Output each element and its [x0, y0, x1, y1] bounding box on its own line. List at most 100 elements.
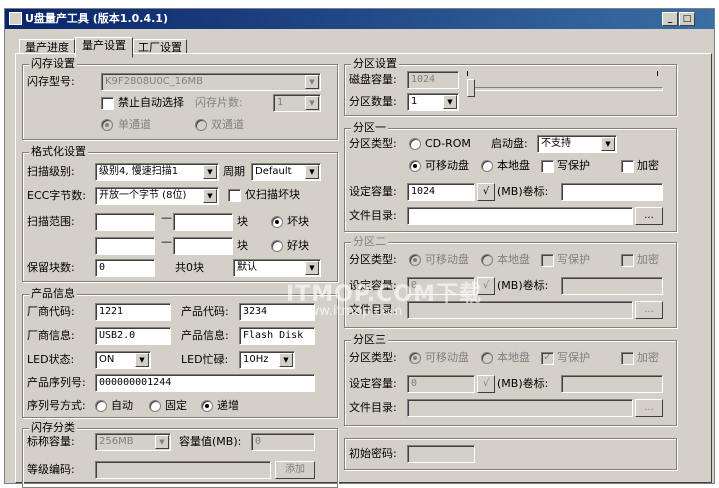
p3-cap-label: 设定容量: [349, 377, 397, 390]
chevron-down-icon: ▼ [279, 353, 293, 367]
bad-only-checkbox[interactable] [228, 189, 241, 202]
minimize-button[interactable]: _ [662, 12, 678, 26]
led-label: LED状态: [27, 353, 75, 366]
serial-increment-radio[interactable] [201, 400, 213, 412]
p3-local-radio[interactable] [481, 352, 493, 364]
block-unit-label-2: 块 [237, 239, 248, 252]
range-end-input[interactable] [173, 213, 233, 231]
single-channel-label: 单通道 [118, 118, 151, 131]
led-busy-label: LED忙碌: [181, 353, 229, 366]
bad-block-label: 坏块 [287, 215, 309, 228]
p3-confirm-button[interactable]: √ [477, 375, 495, 393]
flash-class-group: 闪存分类 标称容量: 256MB ▼ 容量值(MB): 0 等级编码: 添加 [22, 421, 338, 488]
slider-tick [657, 71, 658, 76]
group-title: 分区设置 [351, 57, 399, 71]
led-busy-value: 10Hz [243, 354, 269, 365]
serial-input[interactable]: 000000001244 [95, 374, 315, 392]
grade-input[interactable] [95, 461, 271, 479]
nominal-label: 标称容量: [27, 435, 75, 448]
slider-thumb[interactable] [467, 79, 475, 97]
single-channel-radio[interactable] [101, 119, 113, 131]
product-code-label: 产品代码: [181, 305, 229, 318]
p2-wp-checkbox[interactable] [541, 254, 554, 267]
add-button[interactable]: 添加 [275, 461, 315, 479]
serial-auto-radio[interactable] [95, 400, 107, 412]
p3-local-label: 本地盘 [497, 351, 530, 364]
p1-wp-checkbox[interactable] [541, 160, 554, 173]
maximize-button[interactable]: □ [679, 12, 695, 26]
product-info-input[interactable]: Flash Disk [239, 327, 315, 345]
flash-model-value: K9F2808U0C_16MB [105, 76, 203, 87]
reserve-mode-select[interactable]: 默认 ▼ [233, 259, 321, 277]
chevron-down-icon: ▼ [155, 435, 169, 449]
group-title: 分区二 [351, 235, 388, 249]
p2-encrypt-checkbox[interactable] [621, 254, 634, 267]
flash-model-select[interactable]: K9F2808U0C_16MB ▼ [101, 73, 321, 91]
p1-confirm-button[interactable]: √ [477, 183, 495, 201]
p1-dir-input[interactable] [407, 207, 633, 225]
good-block-radio[interactable] [271, 240, 283, 252]
bad-block-radio[interactable] [271, 216, 283, 228]
serial-mode-label: 序列号方式: [27, 399, 86, 412]
p3-dir-input[interactable] [407, 399, 633, 417]
led-value: ON [99, 354, 115, 365]
tab-settings[interactable]: 量产设置 [75, 37, 133, 58]
disk-capacity-input[interactable]: 1024 [407, 71, 459, 89]
chevron-down-icon: ▼ [305, 75, 319, 89]
reserve-mode-value: 默认 [237, 262, 257, 273]
scan-level-label: 扫描级别: [27, 165, 75, 178]
dual-channel-radio[interactable] [195, 119, 207, 131]
partition-one-group: 分区一 分区类型: CD-ROM 启动盘: 不支持 ▼ 可移动盘 本地盘 写保护 … [344, 121, 677, 232]
p1-encrypt-checkbox[interactable] [621, 160, 634, 173]
range2-end-input[interactable] [173, 237, 233, 255]
nominal-select[interactable]: 256MB ▼ [95, 433, 171, 451]
p1-cdrom-label: CD-ROM [425, 137, 471, 150]
cycle-select[interactable]: Default ▼ [251, 163, 321, 181]
range2-start-input[interactable] [95, 237, 155, 255]
p3-removable-radio[interactable] [409, 352, 421, 364]
chips-select[interactable]: 1 ▼ [273, 94, 321, 112]
partition-count-select[interactable]: 1 ▼ [407, 93, 459, 111]
capacity-input[interactable]: 0 [251, 433, 315, 451]
ecc-select[interactable]: 开放一个字节 (8位) ▼ [95, 187, 219, 205]
led-busy-select[interactable]: 10Hz ▼ [239, 351, 295, 369]
reserve-input[interactable]: 0 [95, 259, 155, 277]
serial-auto-label: 自动 [111, 399, 133, 412]
serial-fixed-radio[interactable] [149, 400, 161, 412]
p1-local-radio[interactable] [481, 160, 493, 172]
capacity-slider[interactable] [467, 71, 663, 103]
p1-boot-value: 不支持 [541, 138, 571, 149]
p1-browse-button[interactable]: ... [635, 207, 663, 225]
p1-removable-radio[interactable] [409, 160, 421, 172]
p3-wp-checkbox[interactable]: ✓ [541, 352, 554, 365]
disable-auto-checkbox[interactable] [101, 97, 114, 110]
p1-local-label: 本地盘 [497, 159, 530, 172]
range-start-input[interactable] [95, 213, 155, 231]
p2-local-radio[interactable] [481, 254, 493, 266]
product-info-label: 产品信息: [181, 329, 229, 342]
p3-cap-input[interactable]: 0 [407, 375, 475, 393]
p3-volume-input[interactable] [561, 375, 663, 393]
p1-boot-select[interactable]: 不支持 ▼ [537, 135, 617, 153]
p1-cdrom-radio[interactable] [409, 138, 421, 150]
p1-cap-input[interactable]: 1024 [407, 183, 475, 201]
p2-browse-button[interactable]: ... [635, 301, 663, 319]
p1-boot-label: 启动盘: [491, 137, 528, 150]
p2-removable-radio[interactable] [409, 254, 421, 266]
p1-dir-label: 文件目录: [349, 209, 397, 222]
init-password-input[interactable] [407, 445, 475, 463]
p3-encrypt-checkbox[interactable] [621, 352, 634, 365]
vendor-code-input[interactable]: 1221 [95, 303, 171, 321]
led-select[interactable]: ON ▼ [95, 351, 151, 369]
p2-type-label: 分区类型: [349, 253, 397, 266]
vendor-info-input[interactable]: USB2.0 [95, 327, 171, 345]
scan-level-select[interactable]: 级别4, 慢速扫描1 ▼ [95, 163, 219, 181]
window-title: U盘量产工具 (版本1.0.4.1) [25, 12, 168, 25]
p2-volume-input[interactable] [561, 277, 663, 295]
capacity-label: 容量值(MB): [179, 435, 242, 448]
p3-browse-button[interactable]: ... [635, 399, 663, 417]
group-title: 分区一 [351, 121, 388, 135]
flash-settings-group: 闪存设置 闪存型号: K9F2808U0C_16MB ▼ 禁止自动选择 闪存片数:… [22, 57, 338, 140]
p2-local-label: 本地盘 [497, 253, 530, 266]
p1-volume-input[interactable] [561, 183, 663, 201]
